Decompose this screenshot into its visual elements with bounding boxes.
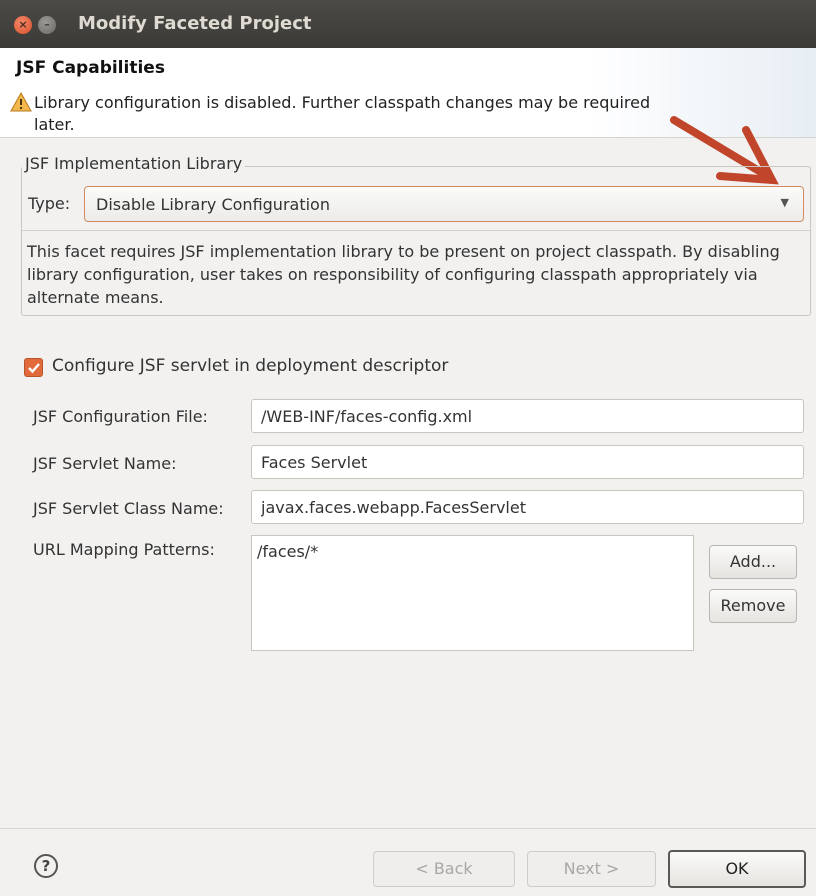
- servlet-class-input[interactable]: [251, 490, 804, 524]
- remove-button[interactable]: Remove: [709, 589, 797, 623]
- configure-servlet-checkbox[interactable]: [24, 358, 43, 377]
- url-pattern-list[interactable]: /faces/*: [251, 535, 694, 651]
- servlet-class-label: JSF Servlet Class Name:: [33, 499, 224, 518]
- library-type-dropdown[interactable]: Disable Library Configuration ▼: [84, 186, 804, 222]
- help-icon[interactable]: ?: [34, 854, 58, 878]
- library-type-value: Disable Library Configuration: [96, 195, 330, 214]
- close-icon: ×: [18, 18, 28, 31]
- add-button[interactable]: Add...: [709, 545, 797, 579]
- warning-message: Library configuration is disabled. Furth…: [34, 93, 651, 134]
- url-mapping-label: URL Mapping Patterns:: [33, 540, 215, 559]
- window-title: Modify Faceted Project: [78, 13, 312, 34]
- page-title: JSF Capabilities: [16, 58, 165, 78]
- close-window-button[interactable]: ×: [14, 16, 32, 34]
- chevron-down-icon: ▼: [780, 196, 789, 209]
- footer-divider: [0, 828, 816, 829]
- warning-icon: [10, 92, 32, 112]
- group-legend: JSF Implementation Library: [22, 154, 246, 173]
- configure-servlet-label: Configure JSF servlet in deployment desc…: [52, 356, 449, 376]
- library-description: This facet requires JSF implementation l…: [27, 242, 780, 307]
- back-button[interactable]: < Back: [373, 851, 515, 887]
- next-button[interactable]: Next >: [527, 851, 656, 887]
- type-label: Type:: [28, 194, 71, 213]
- list-item[interactable]: /faces/*: [257, 542, 318, 561]
- config-file-label: JSF Configuration File:: [33, 407, 208, 426]
- servlet-name-label: JSF Servlet Name:: [33, 454, 177, 473]
- minimize-icon: –: [44, 18, 50, 31]
- minimize-window-button[interactable]: –: [38, 16, 56, 34]
- divider: [22, 230, 810, 231]
- ok-button[interactable]: OK: [668, 850, 806, 888]
- config-file-input[interactable]: [251, 399, 804, 433]
- checkmark-icon: [28, 363, 40, 374]
- window-titlebar: × – Modify Faceted Project: [0, 0, 816, 48]
- servlet-name-input[interactable]: [251, 445, 804, 479]
